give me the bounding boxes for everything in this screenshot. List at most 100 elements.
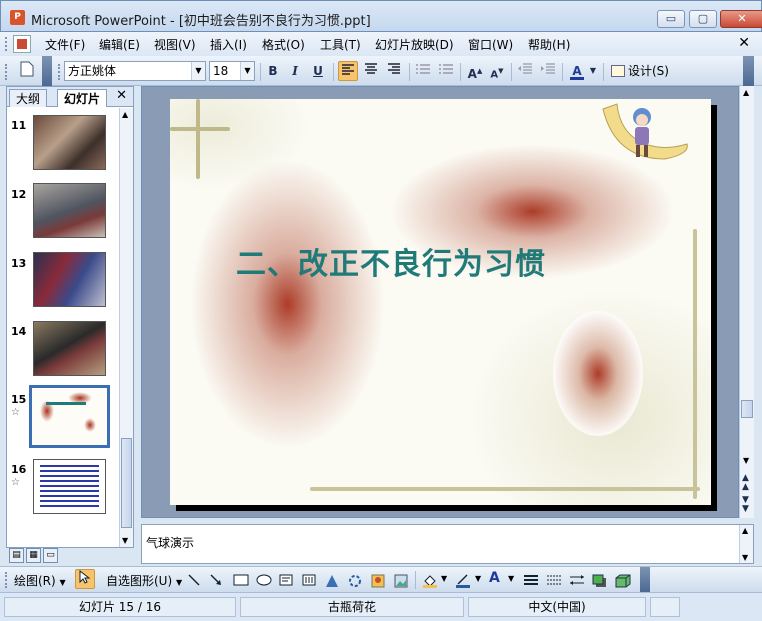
- document-icon[interactable]: [13, 35, 31, 53]
- moon-girl-image[interactable]: [595, 99, 690, 165]
- chevron-down-icon[interactable]: ▼: [240, 62, 254, 80]
- italic-button[interactable]: I: [285, 61, 305, 81]
- draw-menu[interactable]: 绘图(R) ▼: [14, 572, 66, 589]
- bold-button[interactable]: B: [263, 61, 283, 81]
- scroll-down-icon[interactable]: ▼: [122, 536, 128, 545]
- clipart-icon[interactable]: [371, 574, 385, 591]
- oval-tool-icon[interactable]: [256, 574, 272, 589]
- menu-view[interactable]: 视图(V): [154, 36, 196, 53]
- align-center-icon[interactable]: [361, 61, 381, 81]
- slide-thumbnail-15[interactable]: [29, 385, 110, 448]
- shadow-style-icon[interactable]: [592, 574, 608, 591]
- slide-thumbnail-16[interactable]: [33, 459, 106, 514]
- fill-color-icon[interactable]: [422, 574, 438, 591]
- bullet-list-icon[interactable]: [436, 61, 456, 81]
- vertical-textbox-icon[interactable]: [302, 574, 316, 589]
- previous-slide-icon[interactable]: ▲ ▲: [742, 474, 749, 492]
- draw-font-color-icon[interactable]: A: [489, 570, 500, 586]
- menu-tools[interactable]: 工具(T): [320, 36, 361, 53]
- font-color-icon[interactable]: A: [567, 61, 587, 81]
- next-slide-icon[interactable]: ▼ ▼: [742, 496, 749, 514]
- pane-scrollbar[interactable]: ▲ ▼: [119, 108, 133, 547]
- tab-outline[interactable]: 大纲: [9, 89, 48, 107]
- scroll-thumb[interactable]: [741, 400, 753, 418]
- insert-picture-icon[interactable]: [394, 574, 408, 591]
- select-pointer-icon[interactable]: [75, 569, 95, 589]
- menu-insert[interactable]: 插入(I): [210, 36, 247, 53]
- arrow-style-icon[interactable]: [569, 574, 585, 589]
- slide-sorter-icon[interactable]: ▦: [26, 548, 41, 563]
- scroll-up-icon[interactable]: ▲: [742, 526, 748, 535]
- increase-font-icon[interactable]: A▲: [465, 61, 485, 81]
- chevron-down-icon[interactable]: ▼: [441, 574, 447, 583]
- minimize-button[interactable]: ▭: [657, 10, 685, 28]
- menu-grip-icon[interactable]: [5, 37, 8, 51]
- wordart-icon[interactable]: [325, 574, 339, 591]
- toolbar-grip-icon[interactable]: [58, 64, 61, 80]
- autoshapes-menu[interactable]: 自选图形(U) ▼: [106, 572, 182, 589]
- scroll-down-icon[interactable]: ▼: [743, 456, 749, 465]
- rectangle-tool-icon[interactable]: [233, 574, 249, 589]
- balloon-left[interactable]: [190, 159, 385, 449]
- toolbar-grip-icon[interactable]: [5, 572, 8, 588]
- numbered-list-icon[interactable]: [413, 61, 433, 81]
- slide-thumbnail-14[interactable]: [33, 321, 106, 376]
- chevron-down-icon[interactable]: ▼: [191, 62, 205, 80]
- menu-file[interactable]: 文件(F): [45, 36, 85, 53]
- maximize-button[interactable]: ▢: [689, 10, 717, 28]
- tab-slides[interactable]: 幻灯片: [57, 89, 108, 107]
- current-slide[interactable]: 二、改正不良行为习惯: [170, 99, 711, 505]
- slideshow-icon[interactable]: ▭: [43, 548, 58, 563]
- slide-thumbnail-11[interactable]: [33, 115, 106, 170]
- arrow-tool-icon[interactable]: [210, 574, 222, 589]
- decrease-indent-icon[interactable]: [515, 61, 535, 81]
- font-size-select[interactable]: 18 ▼: [209, 61, 255, 81]
- notes-scrollbar[interactable]: ▲ ▼: [739, 525, 753, 563]
- scroll-up-icon[interactable]: ▲: [743, 88, 749, 97]
- increase-indent-icon[interactable]: [538, 61, 558, 81]
- 3d-style-icon[interactable]: [615, 574, 631, 591]
- pane-close-icon[interactable]: ✕: [116, 88, 127, 103]
- line-tool-icon[interactable]: [188, 574, 200, 589]
- toolbar-overflow-icon[interactable]: [640, 567, 650, 592]
- textbox-tool-icon[interactable]: [279, 574, 293, 589]
- chevron-down-icon[interactable]: ▼: [475, 574, 481, 583]
- align-right-icon[interactable]: [384, 61, 404, 81]
- toolbar-grip-icon[interactable]: [5, 64, 8, 80]
- dash-style-icon[interactable]: [546, 574, 562, 589]
- line-style-icon[interactable]: [523, 574, 539, 589]
- line-color-icon[interactable]: [455, 574, 471, 591]
- underline-button[interactable]: U: [308, 61, 328, 81]
- menu-slideshow[interactable]: 幻灯片放映(D): [375, 36, 454, 53]
- font-size-value: 18: [213, 64, 229, 78]
- menu-format[interactable]: 格式(O): [262, 36, 305, 53]
- chevron-down-icon[interactable]: ▼: [588, 61, 598, 81]
- chevron-down-icon[interactable]: ▼: [508, 574, 514, 583]
- slide-scrollbar[interactable]: ▲ ▼ ▲ ▲ ▼ ▼: [739, 86, 754, 518]
- powerpoint-icon[interactable]: P: [10, 10, 25, 25]
- scroll-thumb[interactable]: [121, 438, 132, 528]
- toolbar-overflow-icon[interactable]: [743, 56, 754, 86]
- mini-slide: [34, 460, 105, 513]
- scroll-down-icon[interactable]: ▼: [742, 553, 748, 562]
- close-button[interactable]: ✕: [720, 10, 762, 28]
- menu-help[interactable]: 帮助(H): [528, 36, 570, 53]
- toolbar-overflow-icon[interactable]: [42, 56, 52, 86]
- slide-title[interactable]: 二、改正不良行为习惯: [236, 239, 546, 283]
- diagram-icon[interactable]: [348, 574, 362, 591]
- decrease-font-icon[interactable]: A▼: [487, 61, 507, 81]
- new-document-icon[interactable]: [17, 61, 37, 81]
- document-close-icon[interactable]: ✕: [738, 35, 750, 51]
- menu-edit[interactable]: 编辑(E): [99, 36, 140, 53]
- notes-text[interactable]: 气球演示: [146, 534, 194, 551]
- scroll-up-icon[interactable]: ▲: [122, 110, 128, 119]
- menu-window[interactable]: 窗口(W): [468, 36, 513, 53]
- balloon-right[interactable]: [553, 311, 643, 436]
- font-name-select[interactable]: 方正姚体 ▼: [64, 61, 206, 81]
- design-button[interactable]: 设计(S): [611, 61, 669, 81]
- normal-view-icon[interactable]: ▤: [9, 548, 24, 563]
- notes-pane[interactable]: 气球演示 ▲ ▼: [141, 524, 754, 564]
- slide-thumbnail-12[interactable]: [33, 183, 106, 238]
- slide-thumbnail-13[interactable]: [33, 252, 106, 307]
- align-left-icon[interactable]: [338, 61, 358, 81]
